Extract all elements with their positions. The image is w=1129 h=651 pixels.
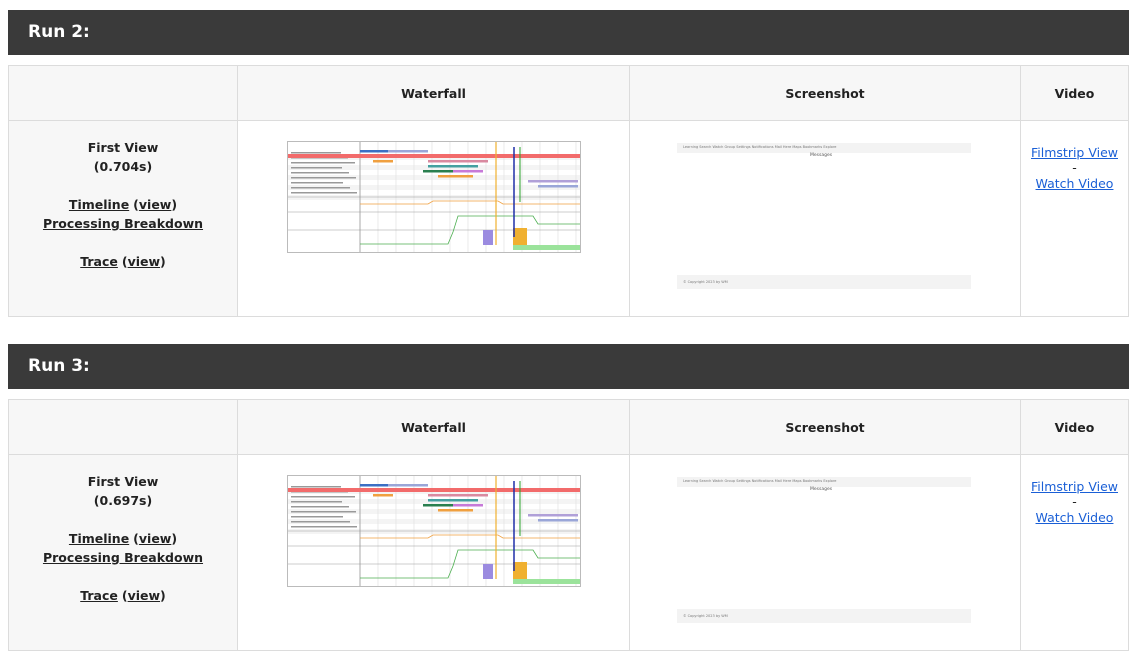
waterfall-header: Waterfall	[237, 65, 630, 121]
run-2-title: Run 2:	[8, 10, 1129, 55]
run-2-table: Waterfall Screenshot Video First View (0…	[8, 65, 1129, 317]
video-cell: Filmstrip View - Watch Video	[1020, 120, 1129, 317]
timeline-link[interactable]: Timeline	[69, 531, 129, 546]
screenshot-header: Screenshot	[629, 399, 1021, 455]
video-cell: Filmstrip View - Watch Video	[1020, 454, 1129, 651]
screenshot-nav: Learning Search Watch Group Settings Not…	[683, 145, 837, 149]
screenshot-header: Screenshot	[629, 65, 1021, 121]
load-time: (0.697s)	[93, 493, 153, 508]
run-2-section: Run 2: Waterfall Screenshot Video First …	[8, 10, 1129, 317]
run-3-table: Waterfall Screenshot Video First View (0…	[8, 399, 1129, 651]
run-2-label-cell: First View (0.704s) Timeline (view) Proc…	[8, 120, 238, 317]
trace-link[interactable]: Trace	[80, 254, 118, 269]
screenshot-cell: Learning Search Watch Group Settings Not…	[629, 454, 1021, 651]
screenshot-nav: Learning Search Watch Group Settings Not…	[683, 479, 837, 483]
empty-header	[8, 399, 238, 455]
empty-header	[8, 65, 238, 121]
waterfall-header: Waterfall	[237, 399, 630, 455]
timeline-view-link[interactable]: view	[139, 197, 171, 212]
screenshot-thumbnail[interactable]: Learning Search Watch Group Settings Not…	[677, 474, 971, 624]
separator-dash: -	[1072, 160, 1077, 175]
watch-video-link[interactable]: Watch Video	[1036, 176, 1114, 191]
waterfall-thumbnail[interactable]	[287, 475, 581, 587]
filmstrip-view-link[interactable]: Filmstrip View	[1031, 145, 1118, 160]
load-time: (0.704s)	[93, 159, 153, 174]
screenshot-message: Messages	[810, 153, 833, 158]
waterfall-cell	[237, 454, 630, 651]
run-3-label-cell: First View (0.697s) Timeline (view) Proc…	[8, 454, 238, 651]
timeline-link[interactable]: Timeline	[69, 197, 129, 212]
trace-view-link[interactable]: view	[128, 254, 160, 269]
screenshot-message: Messages	[810, 487, 833, 492]
watch-video-link[interactable]: Watch Video	[1036, 510, 1114, 525]
first-view-label: First View	[87, 140, 159, 155]
screenshot-cell: Learning Search Watch Group Settings Not…	[629, 120, 1021, 317]
video-header: Video	[1020, 65, 1129, 121]
waterfall-thumbnail[interactable]	[287, 141, 581, 253]
screenshot-footer: © Copyright 2023 by WM	[683, 280, 728, 284]
screenshot-footer: © Copyright 2023 by WM	[683, 614, 728, 618]
filmstrip-view-link[interactable]: Filmstrip View	[1031, 479, 1118, 494]
run-3-title: Run 3:	[8, 344, 1129, 389]
first-view-label: First View	[87, 474, 159, 489]
screenshot-thumbnail[interactable]: Learning Search Watch Group Settings Not…	[677, 140, 971, 290]
trace-link[interactable]: Trace	[80, 588, 118, 603]
separator-dash: -	[1072, 494, 1077, 509]
run-3-section: Run 3: Waterfall Screenshot Video First …	[8, 344, 1129, 651]
waterfall-cell	[237, 120, 630, 317]
video-header: Video	[1020, 399, 1129, 455]
trace-view-link[interactable]: view	[128, 588, 160, 603]
timeline-view-link[interactable]: view	[139, 531, 171, 546]
processing-breakdown-link[interactable]: Processing Breakdown	[43, 550, 203, 565]
processing-breakdown-link[interactable]: Processing Breakdown	[43, 216, 203, 231]
